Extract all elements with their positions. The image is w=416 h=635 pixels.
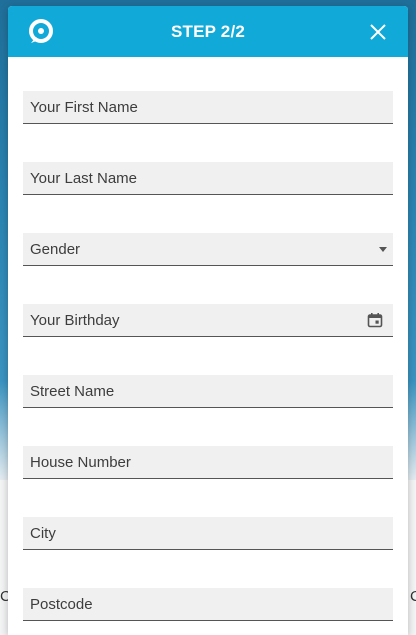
calendar-icon[interactable] [367, 312, 383, 328]
postcode-placeholder: Postcode [30, 596, 93, 613]
gender-select[interactable]: Gender [23, 233, 393, 266]
last-name-field[interactable]: Your Last Name [23, 162, 393, 195]
street-name-placeholder: Street Name [30, 383, 115, 400]
chevron-down-icon [379, 247, 387, 252]
postcode-field[interactable]: Postcode [23, 588, 393, 621]
last-name-placeholder: Your Last Name [30, 170, 138, 187]
city-field[interactable]: City [23, 517, 393, 550]
modal-header: STEP 2/2 [8, 6, 408, 57]
street-name-field[interactable]: Street Name [23, 375, 393, 408]
first-name-placeholder: Your First Name [30, 99, 138, 116]
close-icon[interactable] [365, 19, 391, 45]
registration-modal: STEP 2/2 Your First Name Your Last Name … [8, 6, 408, 635]
gender-placeholder: Gender [30, 241, 81, 258]
first-name-field[interactable]: Your First Name [23, 91, 393, 124]
birthday-placeholder: Your Birthday [30, 312, 120, 329]
step-title: STEP 2/2 [170, 22, 246, 41]
city-placeholder: City [30, 525, 56, 542]
house-number-field[interactable]: House Number [23, 446, 393, 479]
background-text-right: C [410, 588, 416, 605]
house-number-placeholder: House Number [30, 454, 131, 471]
birthday-field[interactable]: Your Birthday [23, 304, 393, 337]
